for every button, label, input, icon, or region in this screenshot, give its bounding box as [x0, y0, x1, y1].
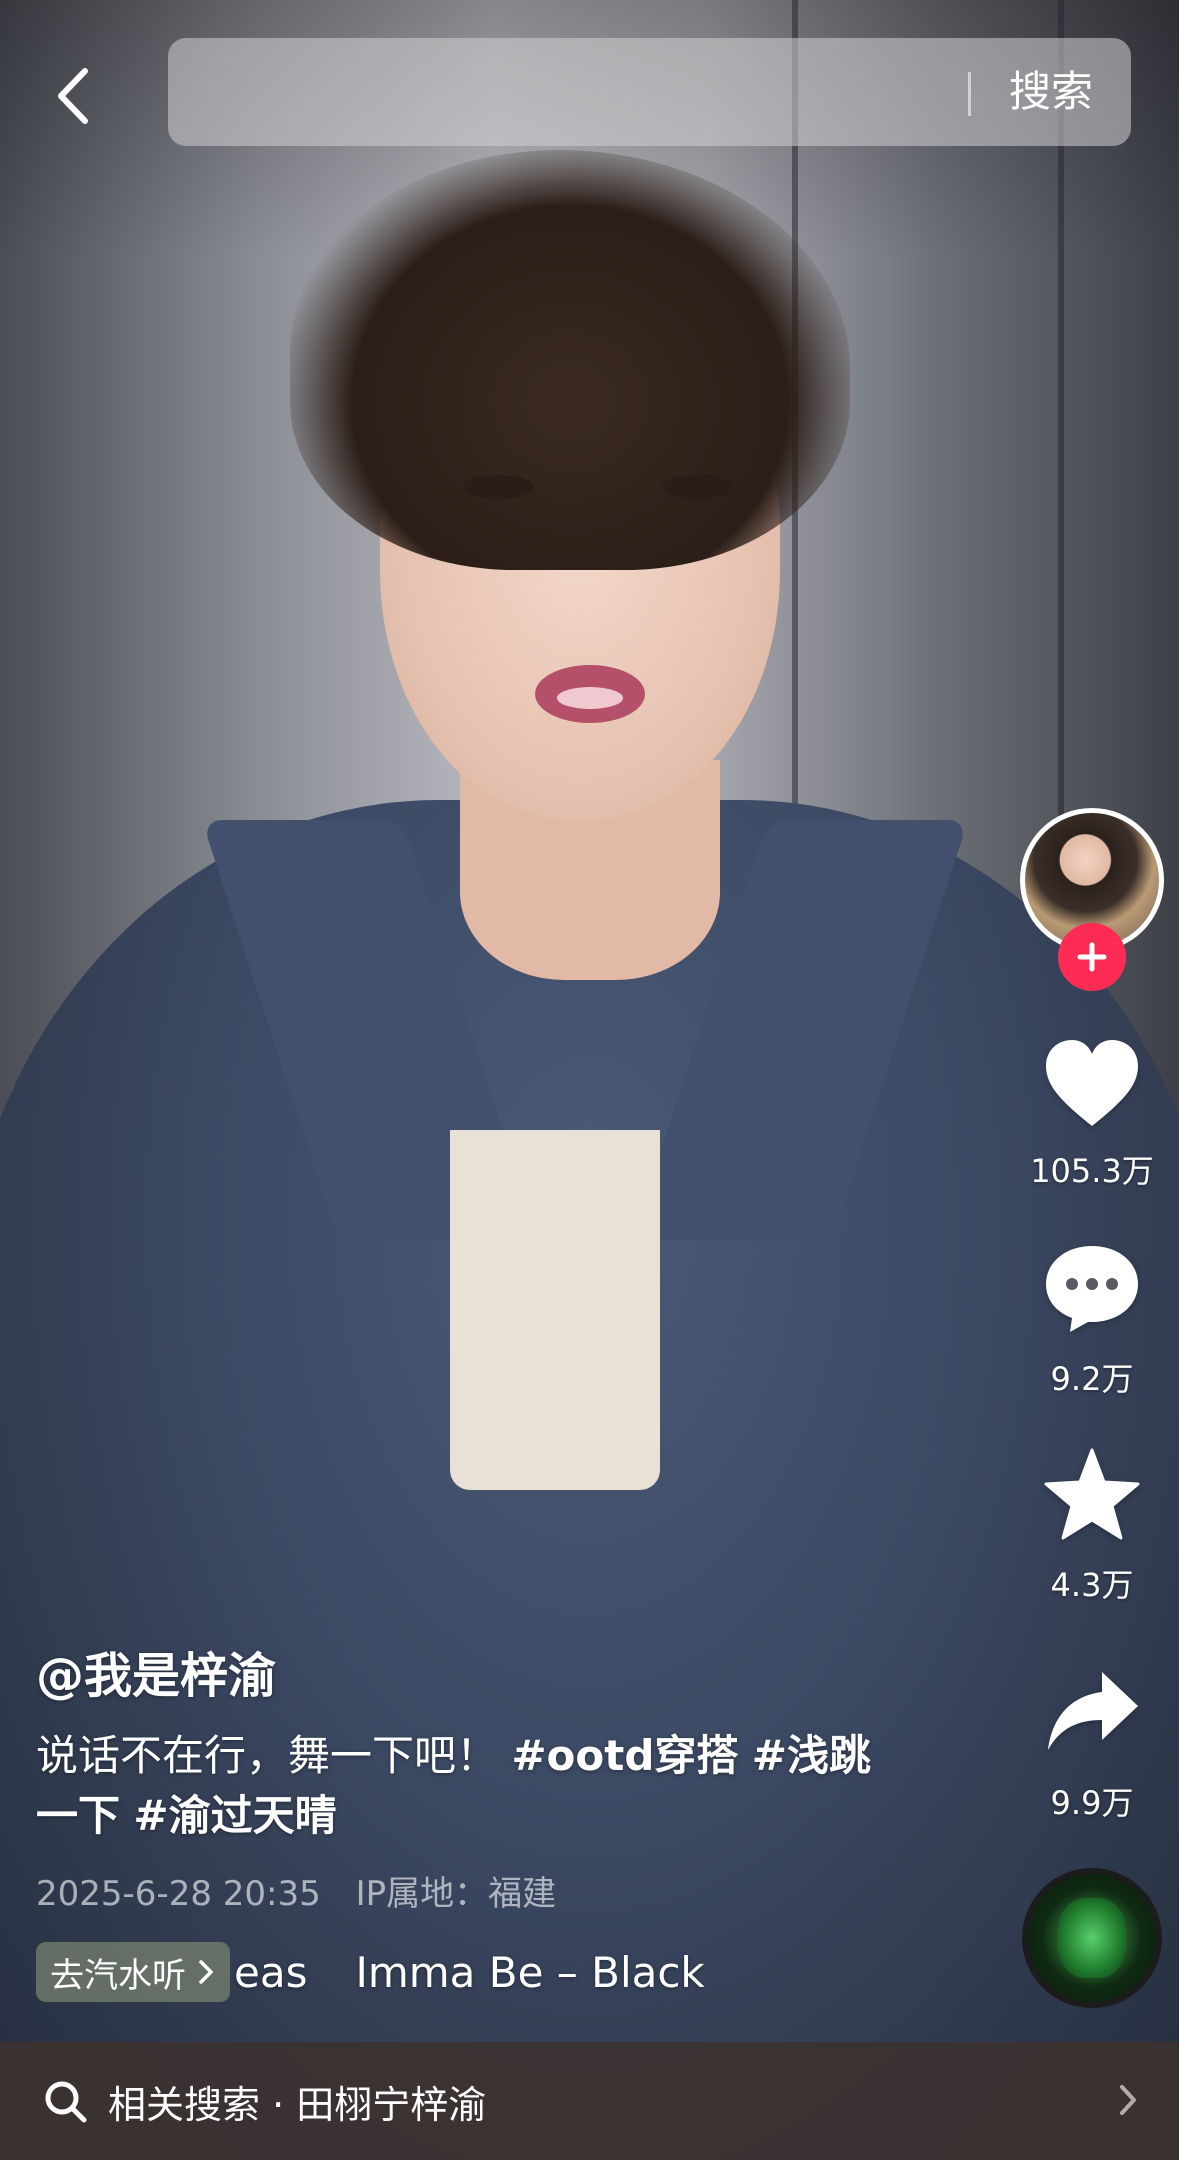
star-icon: [1044, 1448, 1140, 1540]
hashtag-link[interactable]: #渝过天晴: [133, 1791, 336, 1840]
comment-button[interactable]: [1040, 1240, 1144, 1336]
search-divider: [968, 72, 971, 116]
post-date: 2025-6-28 20:35: [36, 1874, 321, 1914]
person-mouth: [535, 665, 645, 723]
chevron-right-icon: [1120, 2085, 1136, 2115]
follow-button[interactable]: [1058, 923, 1126, 991]
share-count: 9.9万: [1050, 1784, 1134, 1822]
caption-text: 说话不在行，舞一下吧！: [36, 1731, 512, 1780]
favorite-button[interactable]: [1040, 1446, 1144, 1542]
music-title[interactable]: eas Imma Be – Black: [234, 1948, 705, 1997]
post-meta: 2025-6-28 20:35 IP属地：福建: [36, 1866, 556, 1915]
author-name[interactable]: @我是梓渝: [36, 1636, 276, 1706]
share-button[interactable]: [1040, 1664, 1144, 1760]
soda-listen-button[interactable]: 去汽水听: [36, 1942, 230, 2002]
album-cover: [1058, 1898, 1126, 1978]
like-count: 105.3万: [1030, 1152, 1154, 1190]
back-button[interactable]: [44, 64, 100, 128]
like-button[interactable]: [1040, 1036, 1144, 1132]
related-search-label: 相关搜索 · 田栩宁梓渝: [108, 2082, 487, 2127]
person-eye: [462, 475, 534, 499]
search-input[interactable]: 搜索: [168, 38, 1131, 146]
hashtag-link[interactable]: #ootd穿搭: [511, 1731, 738, 1780]
comment-count: 9.2万: [1050, 1360, 1134, 1398]
favorite-count: 4.3万: [1050, 1566, 1134, 1604]
chevron-left-icon: [58, 68, 88, 124]
comment-bubble-icon: [1046, 1246, 1138, 1332]
undershirt: [450, 1130, 660, 1490]
music-title-part: eas: [234, 1947, 308, 1997]
plus-icon: [1077, 942, 1107, 972]
person-eye: [662, 475, 734, 499]
heart-icon: [1046, 1040, 1138, 1126]
person-hair: [290, 150, 850, 570]
search-button[interactable]: 搜索: [1009, 38, 1093, 146]
related-search-bar[interactable]: 相关搜索 · 田栩宁梓渝: [0, 2042, 1179, 2160]
soda-listen-label: 去汽水听: [50, 1955, 186, 1996]
chevron-right-icon: [199, 1960, 213, 1984]
music-row[interactable]: 去汽水听 eas Imma Be – Black: [36, 1940, 705, 2004]
post-caption: 说话不在行，舞一下吧！ #ootd穿搭 #浅跳一下 #渝过天晴: [36, 1726, 896, 1846]
music-title-part: Imma Be – Black: [355, 1947, 705, 1997]
share-arrow-icon: [1048, 1672, 1138, 1750]
music-disc-icon[interactable]: [1022, 1868, 1162, 2008]
ip-location: IP属地：福建: [355, 1874, 557, 1914]
search-icon: [45, 2081, 87, 2123]
